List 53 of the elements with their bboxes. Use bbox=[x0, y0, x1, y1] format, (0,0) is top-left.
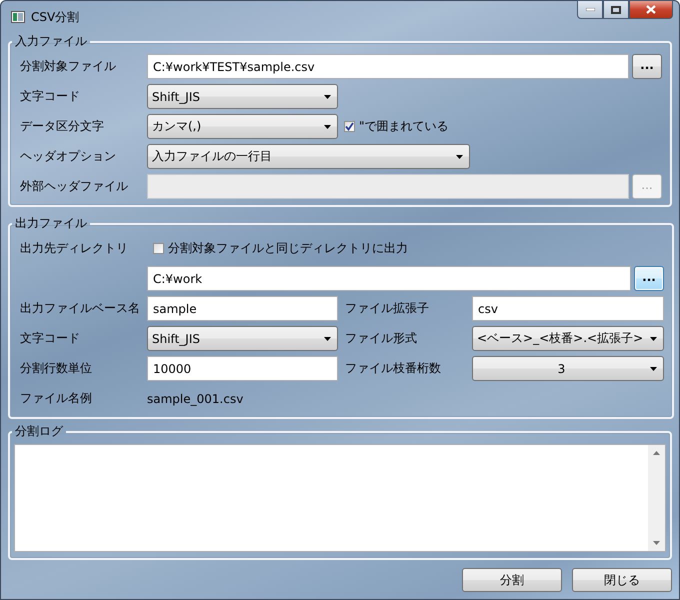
minimize-button[interactable] bbox=[577, 0, 603, 19]
dropdown-arrow-icon bbox=[324, 336, 331, 340]
field-label: 文字コード bbox=[20, 330, 81, 347]
dropdown[interactable]: <ベース>_<枝番>.<拡張子> bbox=[472, 326, 664, 351]
dropdown[interactable]: Shift_JIS bbox=[147, 84, 338, 109]
browse-button[interactable]: ... bbox=[632, 54, 662, 79]
dialog-button[interactable]: 閉じる bbox=[572, 568, 672, 592]
group-title: 分割ログ bbox=[14, 423, 64, 440]
group-title: 入力ファイル bbox=[14, 33, 88, 50]
path-field[interactable]: C:¥work¥TEST¥sample.csv bbox=[147, 54, 629, 79]
dropdown[interactable]: 3 bbox=[472, 356, 664, 381]
text-field[interactable]: csv bbox=[472, 296, 664, 321]
checkbox-label: "で囲まれている bbox=[359, 118, 449, 135]
checkbox-label: 分割対象ファイルと同じディレクトリに出力 bbox=[168, 240, 408, 257]
close-icon bbox=[646, 5, 656, 14]
dropdown[interactable]: カンマ(,) bbox=[147, 114, 338, 139]
scroll-down-icon bbox=[653, 541, 660, 545]
dropdown[interactable]: Shift_JIS bbox=[147, 326, 338, 351]
field-label: 出力先ディレクトリ bbox=[20, 240, 129, 257]
field-label: 分割行数単位 bbox=[20, 360, 93, 377]
field-label: ファイル枝番桁数 bbox=[344, 360, 442, 377]
dropdown-arrow-icon bbox=[324, 94, 331, 98]
dropdown-arrow-icon bbox=[650, 336, 657, 340]
field-label: 分割対象ファイル bbox=[20, 58, 117, 75]
browse-button[interactable]: ... bbox=[634, 266, 664, 291]
close-button[interactable] bbox=[629, 0, 673, 19]
dropdown-arrow-icon bbox=[456, 154, 463, 158]
scrollbar[interactable] bbox=[648, 445, 665, 551]
maximize-button[interactable] bbox=[603, 0, 629, 19]
field-label: 文字コード bbox=[20, 88, 81, 105]
field-label: データ区分文字 bbox=[20, 118, 105, 135]
scroll-up-icon bbox=[653, 451, 660, 455]
dropdown-arrow-icon bbox=[324, 124, 331, 128]
path-field[interactable]: C:¥work bbox=[147, 266, 631, 291]
field-label: 出力ファイルベース名 bbox=[20, 300, 141, 317]
dropdown[interactable]: 入力ファイルの一行目 bbox=[147, 144, 470, 169]
group-title: 出力ファイル bbox=[14, 215, 88, 232]
app-icon bbox=[11, 11, 25, 23]
checkbox[interactable] bbox=[153, 243, 164, 254]
field-label: ファイル拡張子 bbox=[344, 300, 430, 317]
window-title: CSV分割 bbox=[31, 8, 80, 26]
field-label: ファイル形式 bbox=[344, 330, 418, 347]
text-field[interactable]: 10000 bbox=[147, 356, 338, 381]
field-label: 外部ヘッダファイル bbox=[20, 178, 129, 195]
field-label: ヘッダオプション bbox=[20, 148, 117, 165]
field-label: ファイル名例 bbox=[20, 390, 93, 407]
dropdown-arrow-icon bbox=[650, 366, 657, 370]
maximize-icon bbox=[611, 6, 621, 14]
dialog-button[interactable]: 分割 bbox=[462, 568, 562, 592]
text-field[interactable]: sample bbox=[147, 296, 338, 321]
checkbox[interactable] bbox=[344, 121, 355, 132]
filename-example: sample_001.csv bbox=[147, 392, 244, 406]
minimize-icon bbox=[586, 8, 594, 11]
